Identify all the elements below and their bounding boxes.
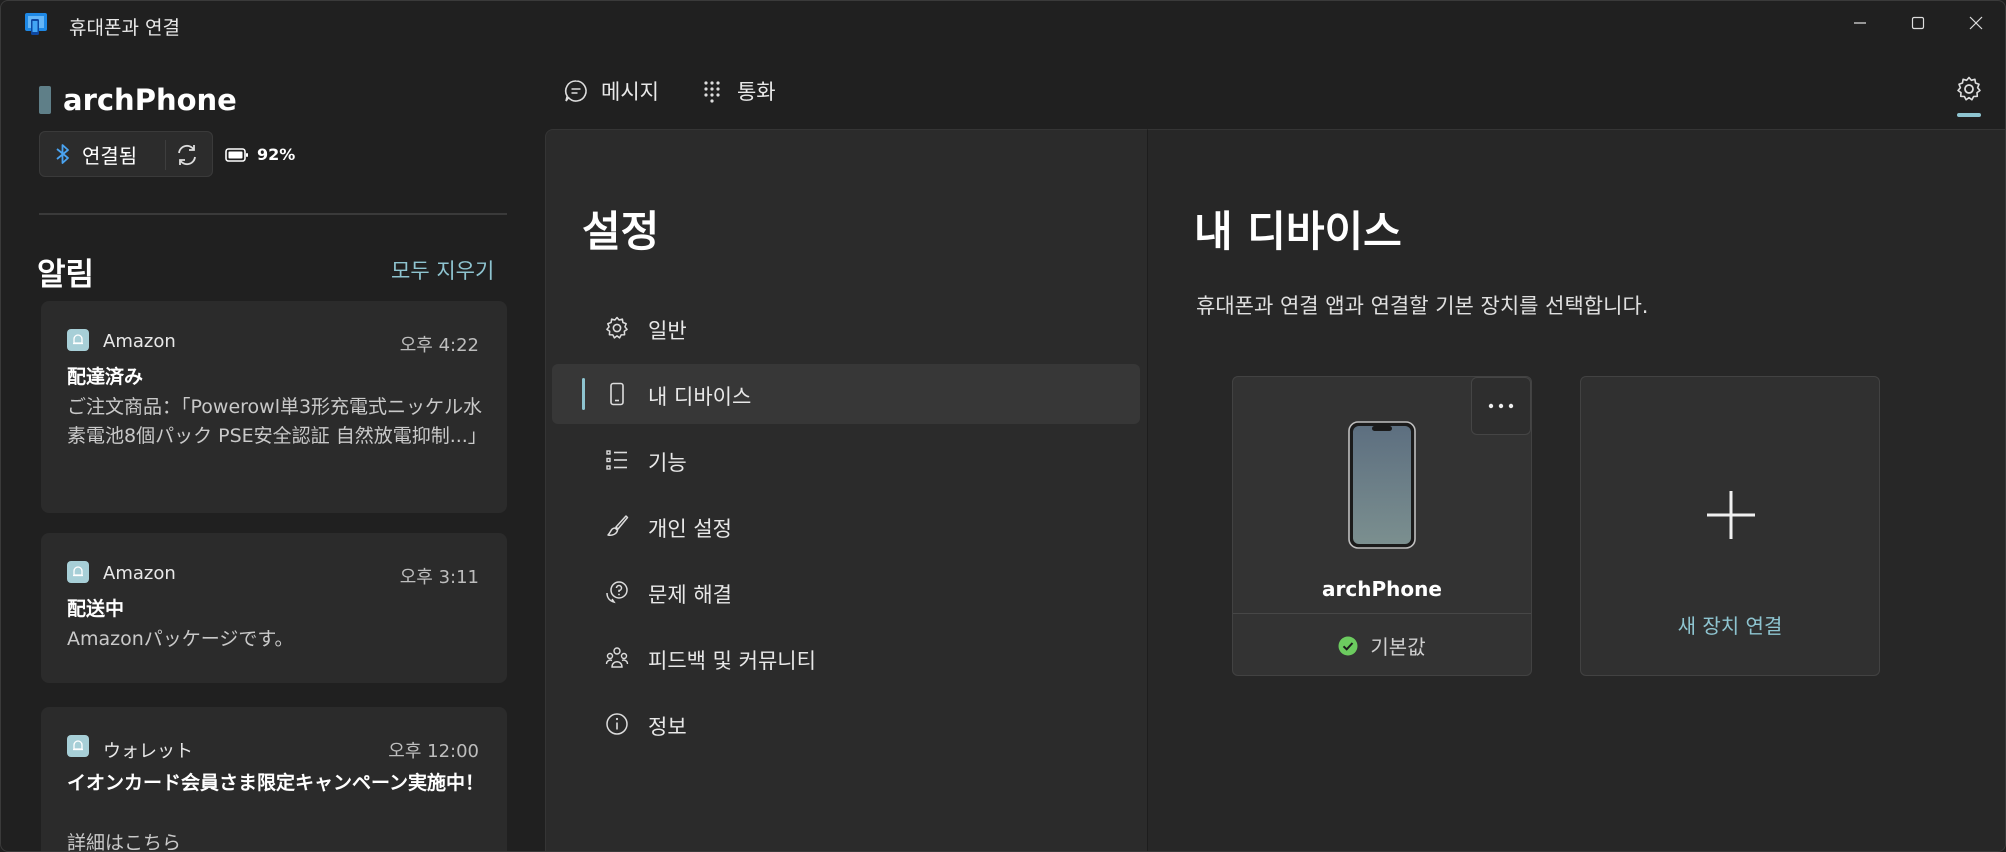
settings-active-indicator [1957,113,1981,117]
maximize-button[interactable] [1889,1,1947,45]
menu-item-label: 피드백 및 커뮤니티 [648,649,816,673]
settings-pane: 설정 일반 내 디바이스 기능 개인 설정 문제 해결 피드백 및 커뮤니티 정… [545,129,1147,851]
page-title: 내 디바이스 [1194,207,1402,256]
active-indicator [582,378,585,410]
notification-app-icon [67,561,89,583]
notification-app-name: ウォレット [103,741,193,762]
notification-title: 配達済み [67,366,144,388]
my-devices-pane: 내 디바이스 휴대폰과 연결 앱과 연결할 기본 장치를 선택합니다. arch… [1147,129,2005,851]
battery-status: 92% [225,145,295,164]
connection-status-button[interactable]: 연결됨 [39,131,213,177]
device-card-name: archPhone [1322,577,1442,601]
notification-time: 오후 4:22 [399,335,479,356]
phone-link-logo-icon [25,13,47,35]
device-header: archPhone [39,83,237,117]
notification-body: 詳細はこちら [67,832,182,852]
list-icon [606,450,627,470]
close-icon [1969,16,1983,30]
battery-percent: 92% [257,145,296,164]
more-icon [1488,403,1514,409]
minimize-icon [1854,22,1866,24]
device-name: archPhone [63,83,237,117]
menu-item-label: 정보 [648,715,687,739]
menu-item-features[interactable]: 기능 [552,430,1140,490]
dialpad-icon [704,81,720,103]
menu-item-label: 개인 설정 [648,517,732,541]
menu-item-label: 기능 [648,451,687,475]
info-icon [606,713,628,735]
menu-item-feedback-community[interactable]: 피드백 및 커뮤니티 [552,628,1140,688]
menu-item-about[interactable]: 정보 [552,694,1140,754]
page-description: 휴대폰과 연결 앱과 연결할 기본 장치를 선택합니다. [1196,294,1649,318]
notification-app-icon [67,329,89,351]
phone-icon [610,382,624,406]
left-panel: archPhone 연결됨 92% 알림 모두 지우기 Amazon 오후 4:… [1,47,545,852]
device-card[interactable]: archPhone 기본값 [1232,376,1532,676]
top-nav: 메시지 통화 [563,71,816,111]
notification-time: 오후 12:00 [388,741,479,762]
battery-icon [225,147,248,162]
menu-item-general[interactable]: 일반 [552,298,1140,358]
notification-app-name: Amazon [103,331,176,352]
settings-title: 설정 [582,207,660,256]
add-device-card[interactable]: 새 장치 연결 [1580,376,1880,676]
bell-icon [73,566,83,577]
bluetooth-icon [56,144,69,164]
menu-item-label: 문제 해결 [648,583,732,607]
connection-label: 연결됨 [82,143,138,168]
notification-title: 配送中 [67,598,125,620]
bell-icon [73,740,83,751]
divider [1233,613,1531,614]
brush-icon [607,515,629,536]
notification-card[interactable]: ウォレット 오후 12:00 イオンカード会員さま限定キャンペーン実施中！ 詳細… [41,707,507,852]
window-title: 휴대폰과 연결 [69,17,180,39]
bell-icon [73,334,83,345]
tab-calls[interactable]: 통화 [699,76,776,106]
message-icon [564,80,587,102]
menu-item-troubleshooting[interactable]: 문제 해결 [552,562,1140,622]
help-icon [606,581,628,604]
tab-messages-label: 메시지 [601,80,659,104]
minimize-button[interactable] [1831,1,1889,45]
community-icon [605,647,629,668]
more-options-button[interactable] [1471,377,1531,435]
maximize-icon [1911,16,1925,30]
add-device-label: 새 장치 연결 [1677,614,1783,638]
close-button[interactable] [1947,1,2005,45]
notification-card[interactable]: Amazon 오후 4:22 配達済み ご注文商品：「Powerowl単3形充電… [41,301,507,513]
notification-body: Amazonパッケージです。 [67,628,294,650]
notification-app-icon [67,735,89,757]
default-status: 기본값 [1233,631,1531,660]
clear-all-link[interactable]: 모두 지우기 [391,255,494,285]
notification-body: ご注文商品：「Powerowl単3形充電式ニッケル水素電池8個パック PSE安全… [67,396,487,447]
check-circle-icon [1338,636,1358,655]
menu-item-label: 일반 [648,319,687,343]
settings-menu: 일반 내 디바이스 기능 개인 설정 문제 해결 피드백 및 커뮤니티 정보 [552,298,1140,760]
notification-title: イオンカード会員さま限定キャンペーン実施中！ [67,772,485,794]
sync-icon[interactable] [174,142,200,168]
menu-item-personalization[interactable]: 개인 설정 [552,496,1140,556]
plus-icon [1707,491,1755,539]
notification-card[interactable]: Amazon 오후 3:11 配送中 Amazonパッケージです。 [41,533,507,683]
notification-app-name: Amazon [103,563,176,584]
menu-item-label: 내 디바이스 [648,385,752,409]
default-label: 기본값 [1370,635,1426,659]
tab-calls-label: 통화 [736,80,776,104]
title-bar: 휴대폰과 연결 [1,1,2005,47]
alerts-title: 알림 [37,257,95,293]
gear-icon[interactable] [1955,75,1983,103]
tab-messages[interactable]: 메시지 [563,76,659,106]
divider [39,213,507,215]
phone-image-icon [1348,421,1416,549]
gear-icon [606,316,628,339]
notification-time: 오후 3:11 [399,567,479,588]
menu-item-my-devices[interactable]: 내 디바이스 [552,364,1140,424]
app-window: 휴대폰과 연결 archPhone 연결됨 92% 알림 모두 지우기 Amaz… [0,0,2006,852]
phone-icon [39,86,51,114]
divider [165,140,166,170]
